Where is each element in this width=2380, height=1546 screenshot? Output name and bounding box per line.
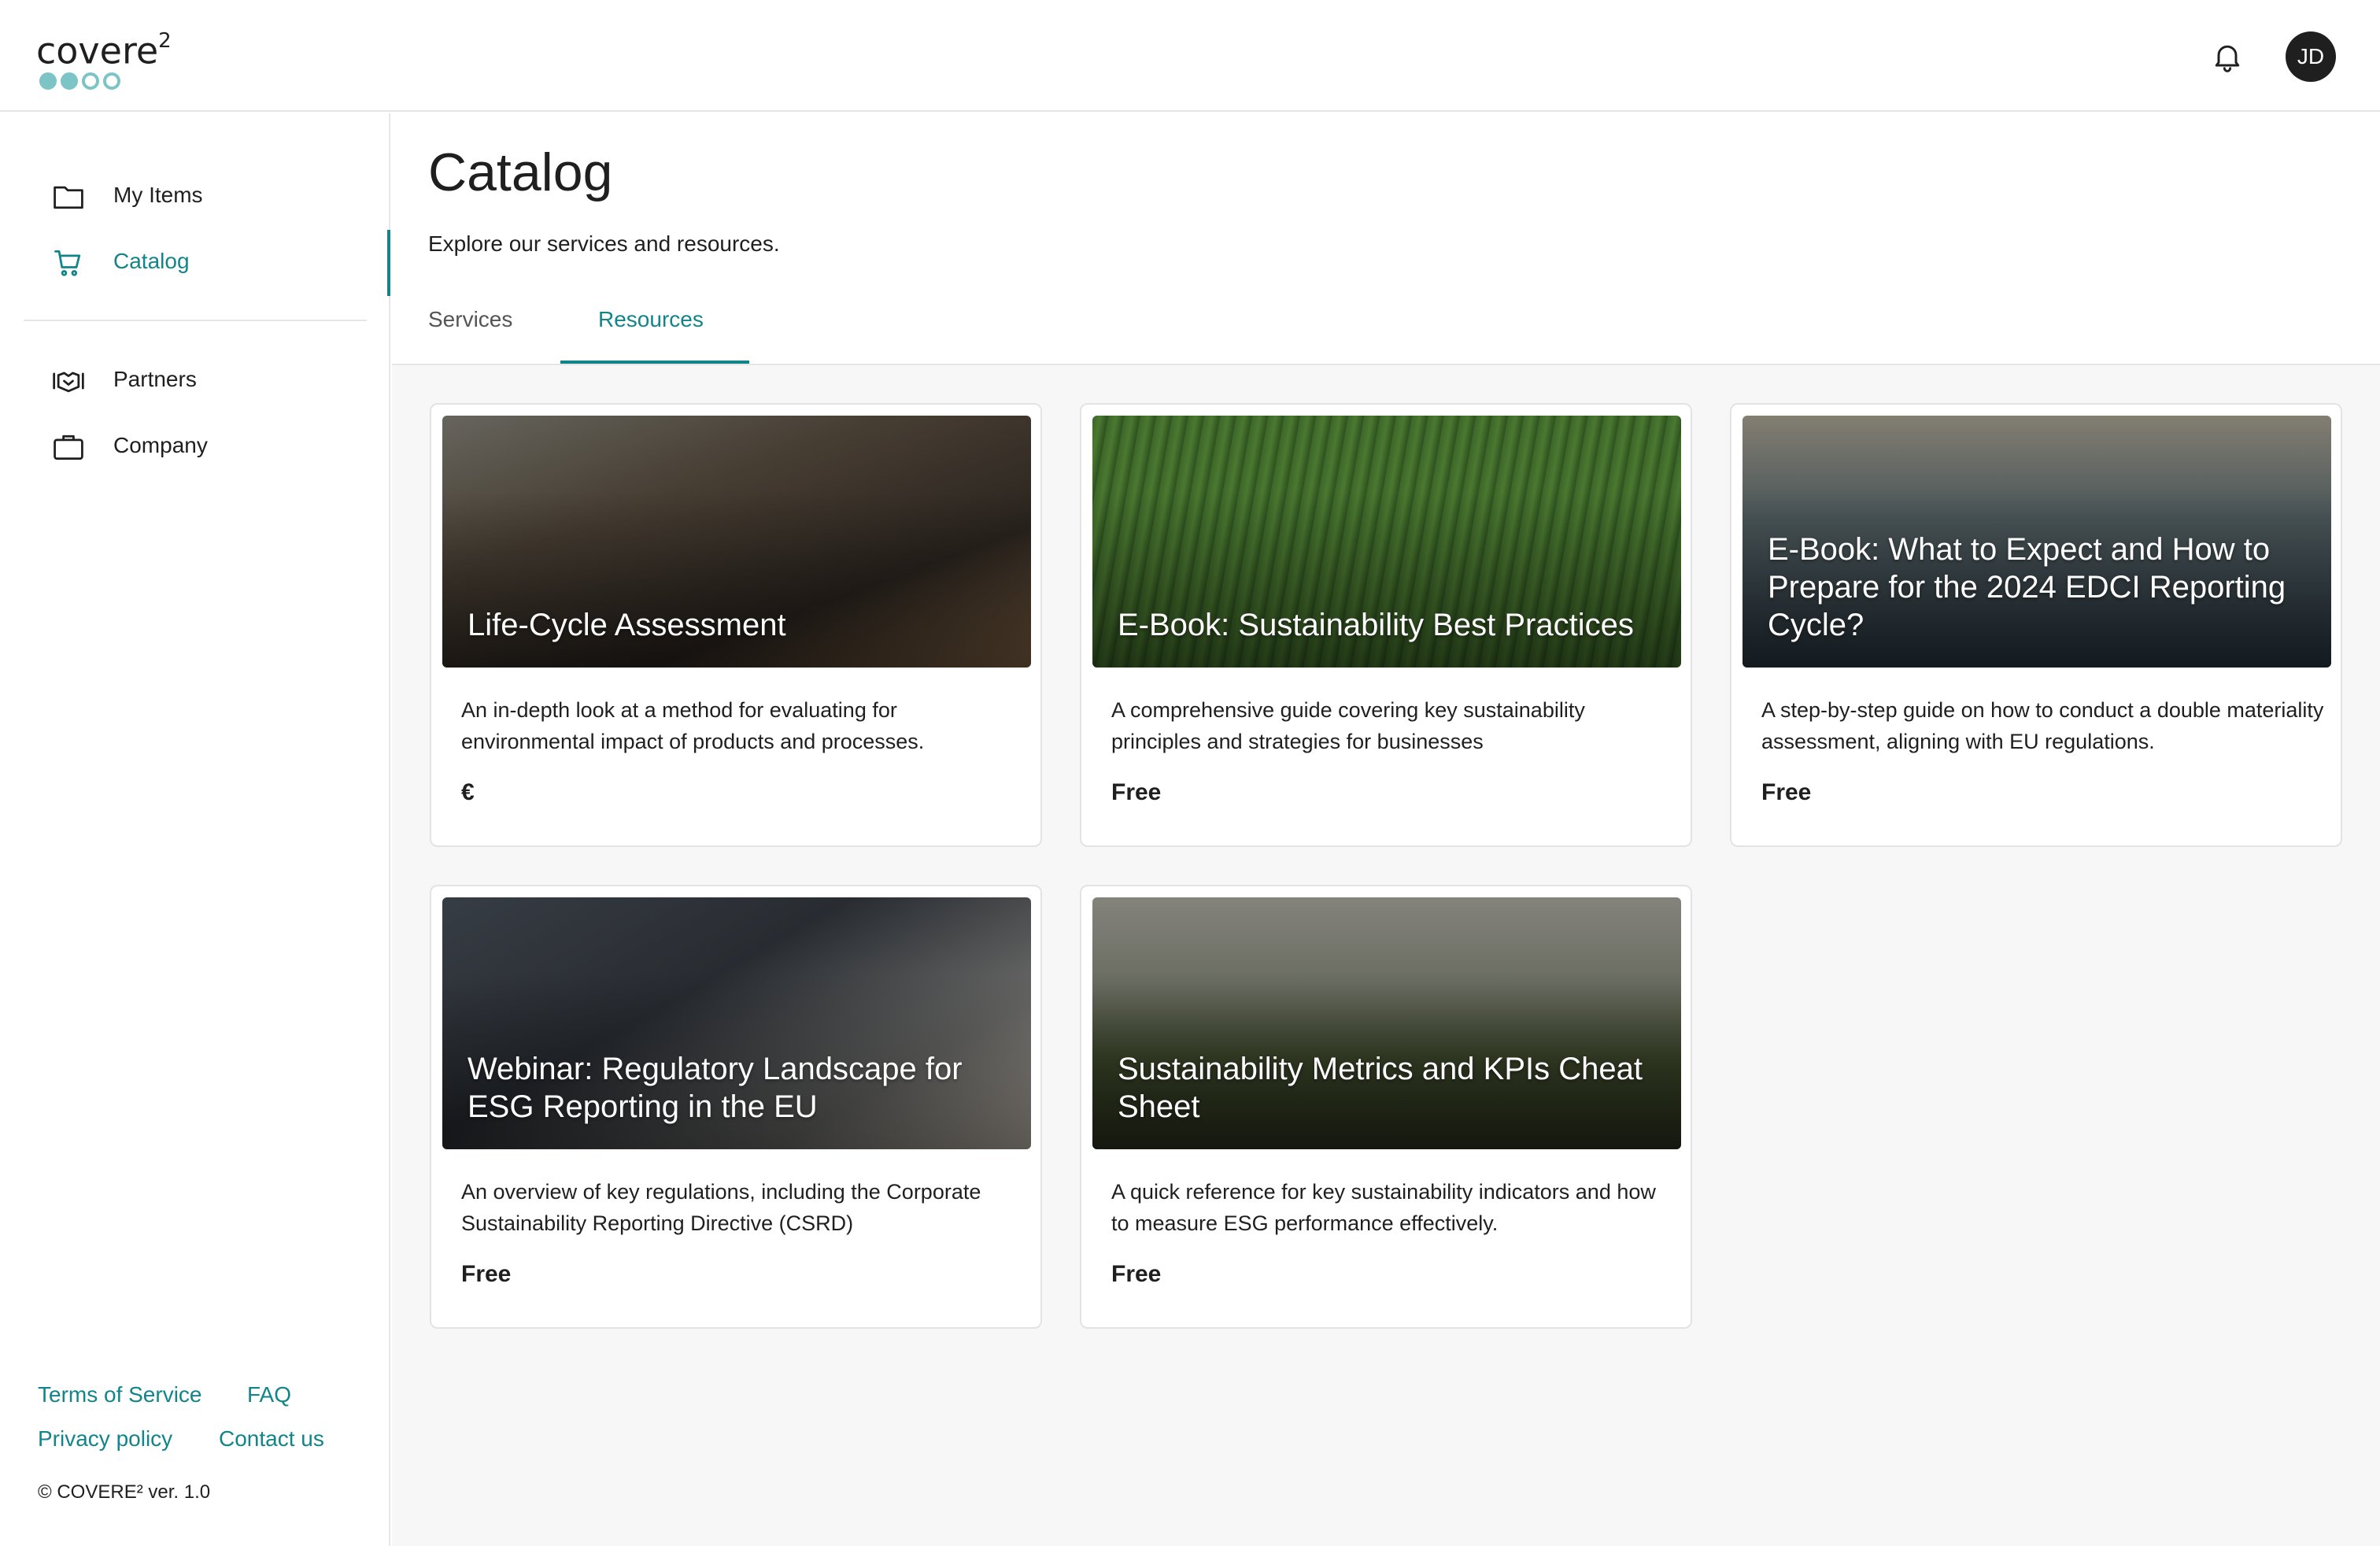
sidebar: My Items Catalog Partners Company Terms … — [0, 113, 390, 1546]
card-image: E-Book: Sustainability Best Practices — [1092, 416, 1681, 668]
logo-text: covere — [36, 29, 159, 72]
card-description: A comprehensive guide covering key susta… — [1111, 698, 1585, 753]
handshake-icon — [53, 372, 84, 393]
card-price: Free — [1761, 779, 1812, 805]
logo-dots — [39, 72, 172, 91]
page-subtitle: Explore our services and resources. — [428, 231, 780, 256]
app-logo[interactable]: covere2 — [36, 24, 172, 91]
card-title: E-Book: Sustainability Best Practices — [1118, 608, 1634, 642]
resource-card-lca[interactable]: Life-Cycle Assessment An in-depth look a… — [430, 403, 1042, 847]
sidebar-item-label: Company — [113, 433, 208, 457]
active-tab-indicator — [560, 361, 749, 364]
contact-link[interactable]: Contact us — [219, 1426, 324, 1452]
card-description: A quick reference for key sustainability… — [1111, 1180, 1656, 1235]
logo-superscript: 2 — [158, 29, 172, 53]
resource-card-kpis[interactable]: Sustainability Metrics and KPIs Cheat Sh… — [1080, 885, 1692, 1329]
top-header: covere2 JD — [0, 0, 2380, 112]
sidebar-item-my-items[interactable]: My Items — [0, 164, 389, 230]
resource-card-edci[interactable]: E-Book: What to Expect and How to Prepar… — [1730, 403, 2342, 847]
card-image: Life-Cycle Assessment — [442, 416, 1031, 668]
card-price: Free — [1111, 779, 1162, 805]
card-title: Life-Cycle Assessment — [468, 608, 786, 642]
logo-dot — [82, 72, 99, 91]
card-image: Webinar: Regulatory Landscape for ESG Re… — [442, 897, 1031, 1149]
briefcase-icon — [54, 435, 83, 460]
tab-services[interactable]: Services — [428, 307, 512, 364]
card-price: € — [461, 779, 475, 805]
privacy-link[interactable]: Privacy policy — [38, 1426, 172, 1452]
faq-link[interactable]: FAQ — [247, 1382, 291, 1407]
card-description: An in-depth look at a method for evaluat… — [461, 698, 925, 753]
card-description: A step-by-step guide on how to conduct a… — [1761, 698, 2324, 753]
tab-resources[interactable]: Resources — [598, 307, 704, 364]
sidebar-item-label: Catalog — [113, 249, 190, 273]
sidebar-item-company[interactable]: Company — [0, 414, 389, 480]
card-price: Free — [1111, 1261, 1162, 1287]
logo-dot — [39, 72, 57, 91]
folder-icon — [54, 186, 83, 209]
copyright-text: © COVERE² ver. 1.0 — [38, 1481, 211, 1503]
sidebar-item-label: My Items — [113, 183, 203, 207]
sidebar-divider — [24, 320, 367, 321]
card-title: E-Book: What to Expect and How to Prepar… — [1768, 532, 2286, 642]
card-price: Free — [461, 1261, 512, 1287]
resource-card-webinar[interactable]: Webinar: Regulatory Landscape for ESG Re… — [430, 885, 1042, 1329]
page-title: Catalog — [428, 142, 613, 202]
cart-icon — [54, 250, 81, 276]
terms-link[interactable]: Terms of Service — [38, 1382, 202, 1407]
card-image: Sustainability Metrics and KPIs Cheat Sh… — [1092, 897, 1681, 1149]
sidebar-item-label: Partners — [113, 367, 197, 391]
logo-dot — [103, 72, 120, 91]
sidebar-item-catalog[interactable]: Catalog — [0, 230, 390, 296]
card-title: Webinar: Regulatory Landscape for ESG Re… — [468, 1052, 963, 1124]
bell-icon[interactable] — [2210, 39, 2245, 74]
resource-card-best-practices[interactable]: E-Book: Sustainability Best Practices A … — [1080, 403, 1692, 847]
user-avatar[interactable]: JD — [2286, 31, 2336, 82]
card-title: Sustainability Metrics and KPIs Cheat Sh… — [1118, 1052, 1643, 1124]
sidebar-item-partners[interactable]: Partners — [0, 348, 389, 414]
card-description: An overview of key regulations, includin… — [461, 1180, 981, 1235]
card-image: E-Book: What to Expect and How to Prepar… — [1743, 416, 2331, 668]
main-content: Catalog Explore our services and resourc… — [392, 113, 2380, 1546]
page-header: Catalog Explore our services and resourc… — [392, 113, 2380, 365]
logo-dot — [61, 72, 78, 91]
